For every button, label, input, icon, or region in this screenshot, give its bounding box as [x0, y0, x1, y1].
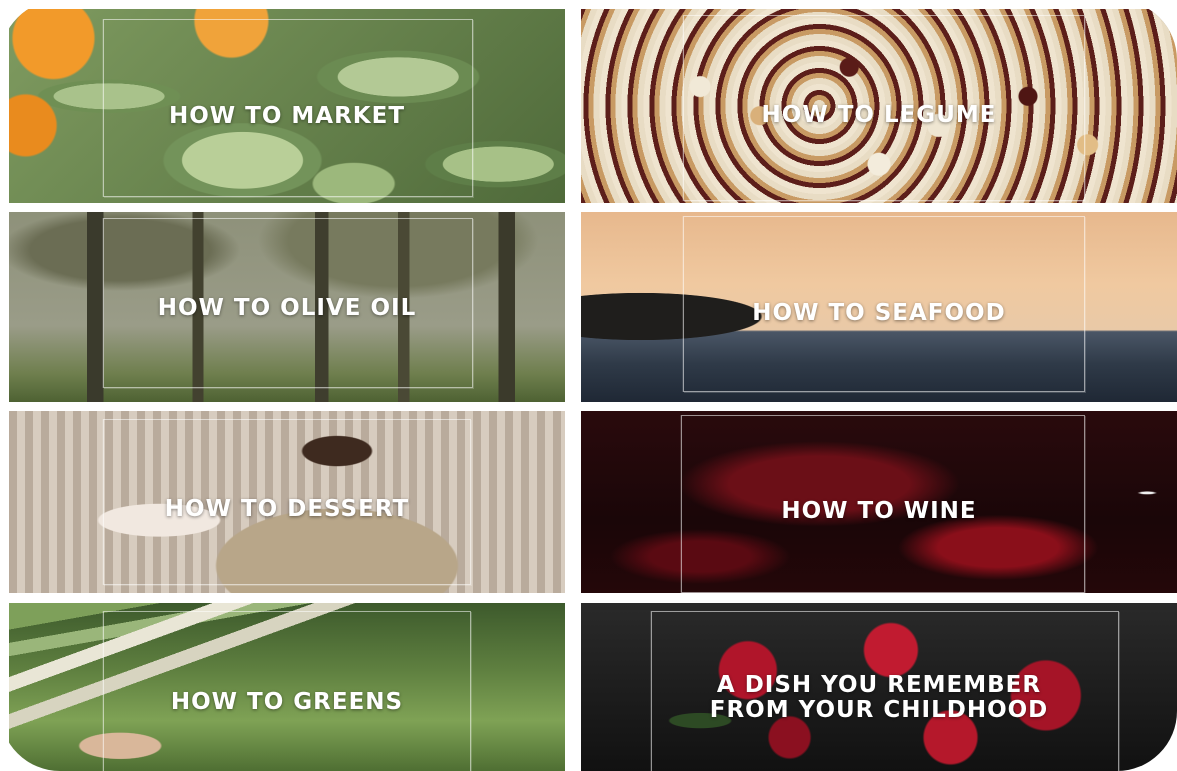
- tile-label: HOW TO WINE: [781, 498, 977, 524]
- tile-grid: HOW TO MARKET HOW TO LEGUME HOW TO OLIVE…: [0, 0, 1177, 771]
- tile-label: A DISH YOU REMEMBER FROM YOUR CHILDHOOD: [709, 672, 1049, 723]
- tile-label: HOW TO OLIVE OIL: [157, 295, 417, 321]
- tile-how-to-market[interactable]: HOW TO MARKET: [9, 9, 565, 203]
- tile-how-to-wine[interactable]: HOW TO WINE: [581, 411, 1177, 593]
- tile-dish-from-childhood[interactable]: A DISH YOU REMEMBER FROM YOUR CHILDHOOD: [581, 603, 1177, 771]
- tile-label: HOW TO GREENS: [170, 689, 404, 715]
- tile-how-to-greens[interactable]: HOW TO GREENS: [9, 603, 565, 771]
- tile-how-to-olive-oil[interactable]: HOW TO OLIVE OIL: [9, 212, 565, 402]
- tile-label: HOW TO LEGUME: [761, 102, 997, 128]
- tile-label: HOW TO SEAFOOD: [752, 300, 1006, 326]
- tile-how-to-legume[interactable]: HOW TO LEGUME: [581, 9, 1177, 203]
- tile-label: HOW TO MARKET: [168, 103, 406, 129]
- tile-how-to-dessert[interactable]: HOW TO DESSERT: [9, 411, 565, 593]
- tile-how-to-seafood[interactable]: HOW TO SEAFOOD: [581, 212, 1177, 402]
- tile-label: HOW TO DESSERT: [164, 496, 410, 522]
